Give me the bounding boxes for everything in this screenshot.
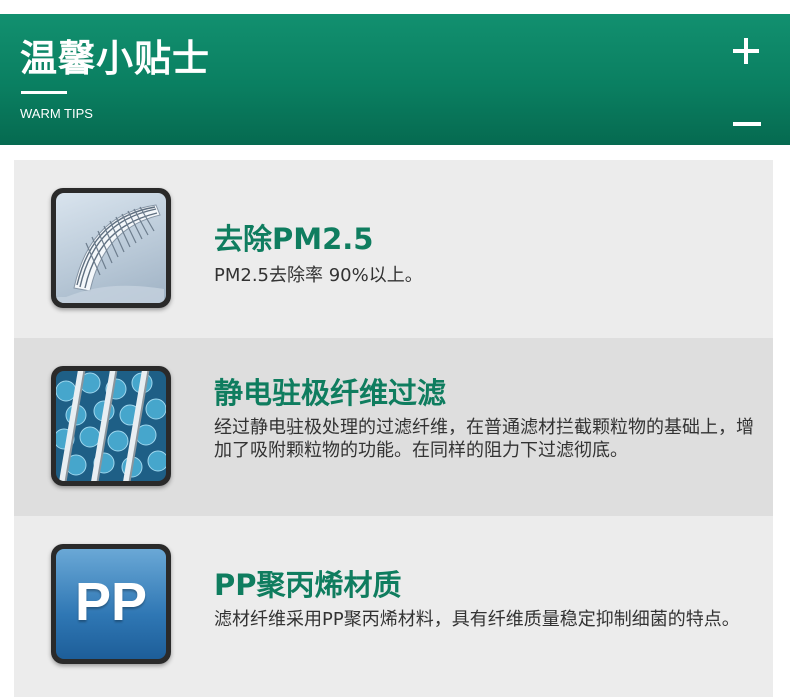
filter-mesh-icon [51,188,171,308]
tip-item-pm25: 去除PM2.5 PM2.5去除率 90%以上。 [14,160,773,338]
tip-title: PP聚丙烯材质 [214,568,402,602]
tip-title: 静电驻极纤维过滤 [214,376,447,410]
minus-icon[interactable] [731,119,761,129]
tip-item-electrostatic: 静电驻极纤维过滤 经过静电驻极处理的过滤纤维，在普通滤材拦截颗粒物的基础上，增加… [14,338,773,516]
header-divider [21,91,67,94]
tip-description: 滤材纤维采用PP聚丙烯材料，具有纤维质量稳定抑制细菌的特点。 [214,609,740,630]
header-subtitle: WARM TIPS [20,106,93,121]
tip-item-pp: PP PP聚丙烯材质 滤材纤维采用PP聚丙烯材料，具有纤维质量稳定抑制细菌的特点… [14,516,773,697]
plus-icon[interactable] [731,36,761,66]
pp-icon-label: PP [74,572,148,632]
header-title: 温馨小贴士 [20,37,210,80]
tip-description: PM2.5去除率 90%以上。 [214,265,423,286]
pp-material-icon: PP [51,544,171,664]
electrostatic-fiber-icon [51,366,171,486]
tip-description: 经过静电驻极处理的过滤纤维，在普通滤材拦截颗粒物的基础上，增加了吸附颗粒物的功能… [214,417,754,461]
warm-tips-header: 温馨小贴士 WARM TIPS [0,14,790,145]
tip-title: 去除PM2.5 [214,222,374,256]
